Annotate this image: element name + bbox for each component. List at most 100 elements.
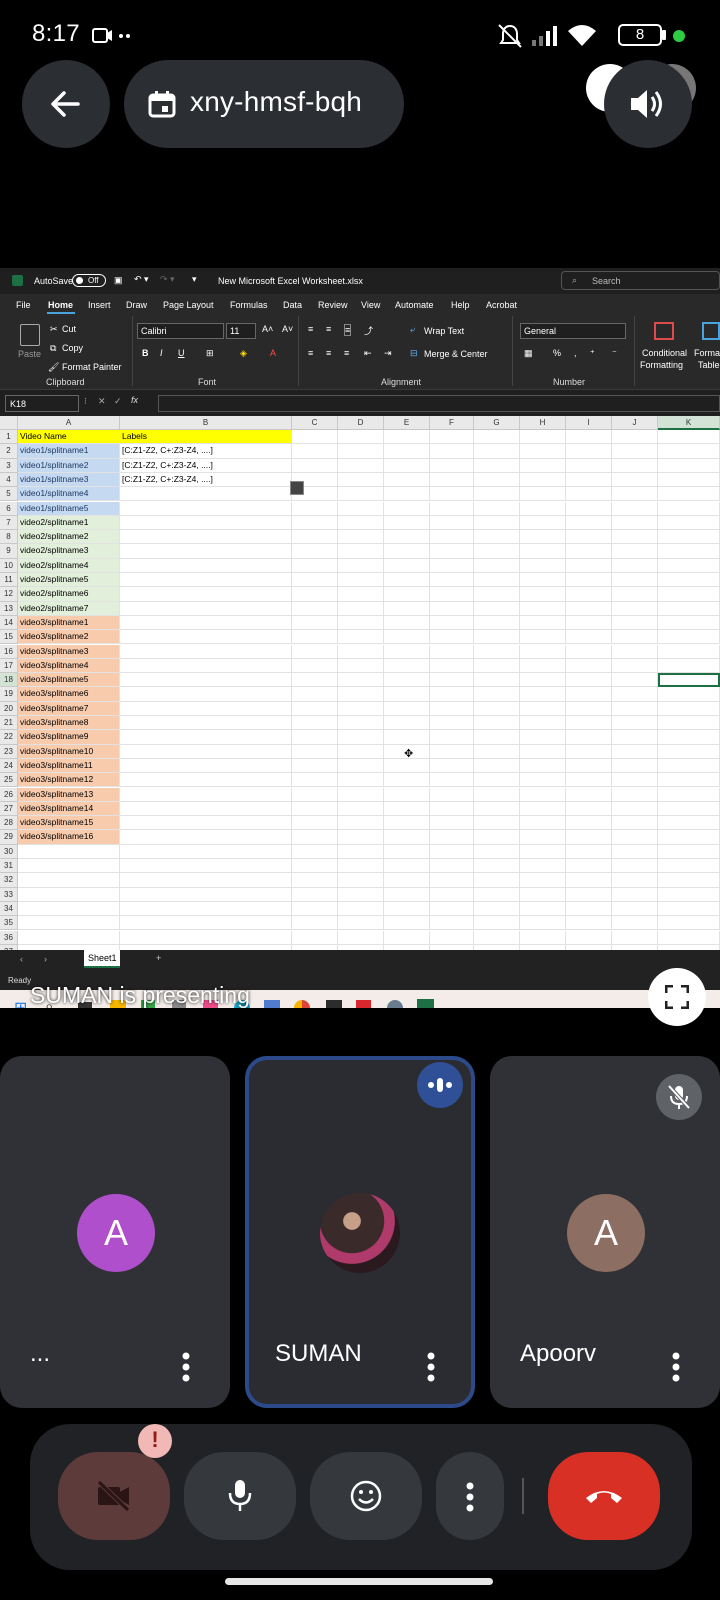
empty-cell[interactable] xyxy=(474,544,520,559)
cell-labels[interactable]: [C:Z1-Z2, C+:Z3-Z4, ....] xyxy=(120,472,292,488)
chrome-icon[interactable] xyxy=(294,1000,310,1008)
empty-cell[interactable] xyxy=(430,730,474,745)
empty-cell[interactable] xyxy=(292,687,338,702)
empty-cell[interactable] xyxy=(474,601,520,616)
empty-cell[interactable] xyxy=(338,444,384,459)
empty-cell[interactable] xyxy=(384,630,430,645)
empty-cell[interactable] xyxy=(292,630,338,645)
cell-video-name[interactable] xyxy=(18,859,120,874)
empty-cell[interactable] xyxy=(612,701,658,716)
cell-video-name[interactable]: video3/splitname10 xyxy=(18,744,120,759)
column-header[interactable]: K xyxy=(658,416,720,430)
empty-cell[interactable] xyxy=(612,744,658,759)
photos-icon[interactable] xyxy=(264,1000,280,1008)
empty-cell[interactable] xyxy=(338,744,384,759)
cell-labels[interactable] xyxy=(120,744,292,759)
empty-cell[interactable] xyxy=(612,930,658,945)
empty-cell[interactable] xyxy=(384,930,430,945)
empty-cell[interactable] xyxy=(292,430,338,445)
shared-screen[interactable]: AutoSave Off ▣ ↶ ▾ ↷ ▾ ▾ New Microsoft E… xyxy=(0,268,720,1008)
empty-cell[interactable] xyxy=(474,887,520,902)
cell-video-name[interactable]: video3/splitname5 xyxy=(18,673,120,688)
accounting-format-icon[interactable]: ▦ xyxy=(524,348,533,359)
empty-cell[interactable] xyxy=(384,801,430,817)
empty-cell[interactable] xyxy=(384,558,430,573)
empty-cell[interactable] xyxy=(520,573,566,588)
empty-cell[interactable] xyxy=(430,859,474,874)
cell-labels[interactable] xyxy=(120,830,292,845)
align-left-icon[interactable]: ≡ xyxy=(308,348,313,358)
empty-cell[interactable] xyxy=(566,430,612,445)
row-header[interactable]: 6 xyxy=(0,501,18,516)
column-header[interactable]: J xyxy=(612,416,658,430)
empty-cell[interactable] xyxy=(612,859,658,874)
menu-formulas[interactable]: Formulas xyxy=(230,300,268,310)
empty-cell[interactable] xyxy=(612,558,658,573)
cell-video-name[interactable] xyxy=(18,887,120,902)
increase-indent-icon[interactable]: ⇥ xyxy=(384,348,392,359)
percent-icon[interactable]: % xyxy=(553,348,561,358)
empty-cell[interactable] xyxy=(612,630,658,645)
empty-cell[interactable] xyxy=(658,430,720,445)
column-header[interactable]: H xyxy=(520,416,566,430)
empty-cell[interactable] xyxy=(338,587,384,602)
decrease-font-icon[interactable]: A˅ xyxy=(282,324,293,334)
empty-cell[interactable] xyxy=(430,687,474,702)
empty-cell[interactable] xyxy=(338,930,384,945)
empty-cell[interactable] xyxy=(658,644,720,659)
cell-labels[interactable] xyxy=(120,701,292,716)
terminal-icon[interactable] xyxy=(326,1000,342,1008)
empty-cell[interactable] xyxy=(520,744,566,759)
cell-labels[interactable] xyxy=(120,887,292,902)
empty-cell[interactable] xyxy=(338,430,384,445)
font-size-select[interactable]: 11 xyxy=(226,323,256,339)
cell-labels[interactable] xyxy=(120,658,292,674)
cell-video-name[interactable]: video3/splitname8 xyxy=(18,716,120,731)
empty-cell[interactable] xyxy=(338,887,384,902)
empty-cell[interactable] xyxy=(566,501,612,516)
cell-labels[interactable] xyxy=(120,930,292,945)
participant-tile[interactable]: A Apoorv xyxy=(490,1056,720,1408)
cell-video-name[interactable]: video3/splitname4 xyxy=(18,658,120,674)
empty-cell[interactable] xyxy=(520,472,566,488)
empty-cell[interactable] xyxy=(612,816,658,831)
menu-home[interactable]: Home xyxy=(48,300,73,310)
empty-cell[interactable] xyxy=(612,573,658,588)
prev-sheet-icon[interactable]: ‹ xyxy=(20,954,23,964)
audio-output-button[interactable] xyxy=(604,60,692,148)
empty-cell[interactable] xyxy=(566,644,612,659)
cell-labels[interactable]: [C:Z1-Z2, C+:Z3-Z4, ....] xyxy=(120,458,292,473)
participant-tile-active[interactable]: SUMAN xyxy=(245,1056,475,1408)
windows-start-icon[interactable]: ⊞ xyxy=(14,998,27,1008)
paste-label[interactable]: Paste xyxy=(18,349,41,359)
cell-video-name[interactable]: video2/splitname4 xyxy=(18,558,120,573)
cell-labels[interactable] xyxy=(120,601,292,616)
empty-cell[interactable] xyxy=(566,444,612,459)
menu-review[interactable]: Review xyxy=(318,300,348,310)
empty-cell[interactable] xyxy=(474,630,520,645)
add-sheet-icon[interactable]: + xyxy=(156,953,161,963)
empty-cell[interactable] xyxy=(612,444,658,459)
row-header[interactable]: 5 xyxy=(0,487,18,502)
empty-cell[interactable] xyxy=(430,873,474,888)
cell-video-name[interactable]: video3/splitname6 xyxy=(18,687,120,702)
cell-labels[interactable] xyxy=(120,615,292,631)
row-header[interactable]: 16 xyxy=(0,644,18,659)
empty-cell[interactable] xyxy=(338,644,384,659)
font-name-select[interactable]: Calibri xyxy=(137,323,224,339)
row-header[interactable]: 33 xyxy=(0,887,18,902)
empty-cell[interactable] xyxy=(430,558,474,573)
align-center-icon[interactable]: ≡ xyxy=(326,348,331,358)
row-header[interactable]: 2 xyxy=(0,444,18,459)
cell-video-name[interactable]: video3/splitname3 xyxy=(18,644,120,659)
empty-cell[interactable] xyxy=(612,644,658,659)
empty-cell[interactable] xyxy=(658,801,720,817)
spreadsheet-grid[interactable]: A B C D E F G H I J K 1 Video Name Labels 2 video1/spli… xyxy=(0,416,720,1008)
empty-cell[interactable] xyxy=(292,930,338,945)
empty-cell[interactable] xyxy=(520,801,566,817)
empty-cell[interactable] xyxy=(384,587,430,602)
empty-cell[interactable] xyxy=(612,801,658,817)
empty-cell[interactable] xyxy=(520,458,566,473)
empty-cell[interactable] xyxy=(520,501,566,516)
alert-badge[interactable]: ! xyxy=(138,1424,172,1458)
